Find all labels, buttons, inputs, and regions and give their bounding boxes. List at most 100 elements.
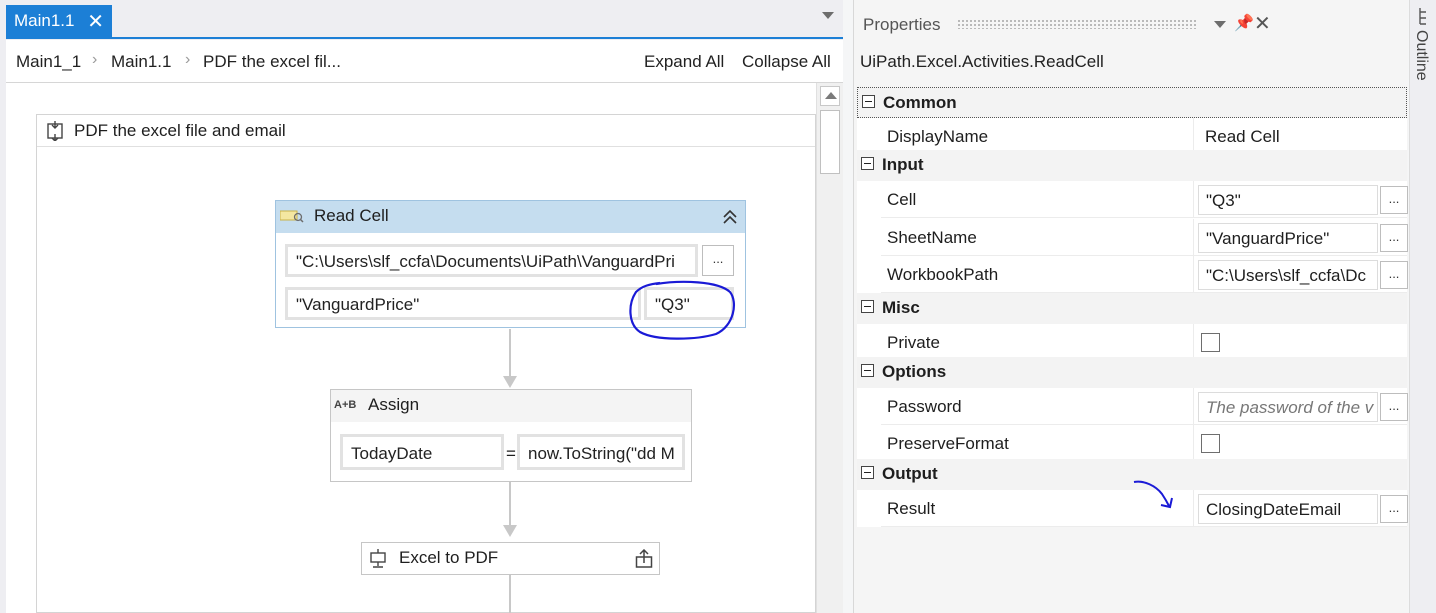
password-value-field[interactable]: The password of the v	[1198, 392, 1378, 422]
category-common[interactable]: Common	[857, 87, 1407, 118]
outline-side-tab[interactable]: Outline	[1409, 0, 1436, 613]
excel-to-pdf-title: Excel to PDF	[399, 548, 499, 567]
password-browse-button[interactable]: ...	[1380, 393, 1408, 421]
collapse-toggle-icon[interactable]	[862, 95, 875, 108]
workflow-designer: Main1.1 ✕ Main1_1 › Main1.1 › PDF the ex…	[0, 0, 843, 613]
property-row-workbookpath[interactable]: WorkbookPath "C:\Users\slf_ccfa\Dc ...	[881, 256, 1408, 293]
result-value-field[interactable]: ClosingDateEmail	[1198, 494, 1378, 524]
tab-main1-1[interactable]: Main1.1 ✕	[6, 5, 112, 38]
workbook-path-field[interactable]: "C:\Users\slf_ccfa\Documents\UiPath\Vang…	[285, 244, 698, 277]
tab-list-dropdown-icon[interactable]	[822, 12, 834, 19]
sequence-header[interactable]: PDF the excel file and email	[37, 115, 815, 147]
collapse-toggle-icon[interactable]	[861, 157, 874, 170]
column-divider	[1193, 425, 1194, 461]
panel-drag-handle[interactable]	[957, 19, 1197, 29]
collapse-toggle-icon[interactable]	[861, 364, 874, 377]
sheetname-browse-button[interactable]: ...	[1380, 224, 1408, 252]
activity-type-label: UiPath.Excel.Activities.ReadCell	[860, 52, 1104, 71]
column-divider	[1193, 388, 1194, 424]
preserveformat-checkbox[interactable]	[1201, 434, 1220, 453]
chevron-right-icon: ›	[185, 51, 191, 68]
annotation-circle	[629, 280, 735, 340]
property-name: PreserveFormat	[887, 434, 1009, 453]
workbook-path-browse-button[interactable]: ...	[702, 245, 734, 276]
arrow-down-icon	[503, 525, 517, 537]
workbookpath-browse-button[interactable]: ...	[1380, 261, 1408, 289]
excel-to-pdf-activity[interactable]: Excel to PDF	[361, 542, 660, 575]
column-divider	[1193, 181, 1194, 217]
collapse-toggle-icon[interactable]	[861, 466, 874, 479]
property-name: Result	[887, 499, 936, 518]
scrollbar-thumb[interactable]	[820, 110, 840, 174]
breadcrumb: Main1_1 › Main1.1 › PDF the excel fil...…	[6, 40, 843, 83]
column-divider	[1193, 324, 1194, 360]
collapse-toggle-icon[interactable]	[861, 300, 874, 313]
annotation-arrow	[1133, 480, 1173, 509]
arrow-down-icon	[503, 376, 517, 388]
property-grid: Common DisplayName Read Cell Input Cell …	[857, 87, 1408, 527]
excel-to-pdf-icon	[370, 549, 386, 568]
pin-icon[interactable]: 📌	[1234, 13, 1254, 33]
column-divider	[1193, 118, 1194, 154]
outline-icon	[1419, 8, 1426, 25]
breadcrumb-item-pdf-the-excel[interactable]: PDF the excel fil...	[203, 52, 341, 72]
sheet-name-field[interactable]: "VanguardPrice"	[285, 287, 641, 320]
property-name: Password	[887, 397, 962, 416]
property-name: SheetName	[887, 228, 977, 247]
assign-value-field[interactable]: now.ToString("dd M	[517, 434, 685, 470]
sequence-title: PDF the excel file and email	[74, 121, 286, 140]
collapse-chevron-up-icon[interactable]	[722, 209, 738, 225]
assign-activity[interactable]: A+B Assign TodayDate = now.ToString("dd …	[330, 389, 692, 482]
displayname-value[interactable]: Read Cell	[1198, 122, 1378, 152]
properties-panel: Properties 📌 ✕ UiPath.Excel.Activities.R…	[853, 0, 1408, 613]
read-cell-header[interactable]: Read Cell	[276, 201, 745, 233]
tab-underline	[6, 37, 843, 39]
property-row-cell[interactable]: Cell "Q3" ...	[881, 181, 1408, 218]
assign-to-field[interactable]: TodayDate	[340, 434, 504, 470]
category-label: Common	[883, 93, 957, 112]
category-label: Output	[882, 464, 938, 483]
column-divider	[1193, 490, 1194, 526]
property-name: WorkbookPath	[887, 265, 999, 284]
assign-header[interactable]: A+B Assign	[331, 390, 691, 422]
property-row-private[interactable]: Private	[881, 324, 1407, 361]
property-name: Private	[887, 333, 940, 352]
document-tab-strip	[0, 0, 843, 40]
expand-all-button[interactable]: Expand All	[644, 52, 724, 72]
category-misc[interactable]: Misc	[857, 293, 1407, 324]
flow-connector	[509, 482, 511, 526]
outline-tab-label: Outline	[1413, 30, 1430, 81]
property-name: Cell	[887, 190, 917, 209]
property-row-sheetname[interactable]: SheetName "VanguardPrice" ...	[881, 219, 1408, 256]
category-input[interactable]: Input	[857, 150, 1407, 181]
open-workflow-icon[interactable]	[635, 549, 653, 569]
excel-read-icon	[280, 210, 304, 223]
category-label: Misc	[882, 298, 920, 317]
private-checkbox[interactable]	[1201, 333, 1220, 352]
category-label: Input	[882, 155, 924, 174]
vertical-scrollbar[interactable]	[816, 83, 843, 613]
assign-icon: A+B	[334, 399, 357, 411]
chevron-down-icon[interactable]	[1214, 21, 1226, 28]
property-row-password[interactable]: Password The password of the v ...	[881, 388, 1408, 425]
collapse-all-button[interactable]: Collapse All	[742, 52, 831, 72]
read-cell-title: Read Cell	[314, 206, 389, 225]
tab-label: Main1.1	[14, 11, 75, 30]
scroll-up-icon[interactable]	[820, 86, 840, 106]
close-icon[interactable]: ✕	[87, 9, 104, 34]
workbookpath-value-field[interactable]: "C:\Users\slf_ccfa\Dc	[1198, 260, 1378, 290]
category-options[interactable]: Options	[857, 357, 1407, 388]
property-row-preserveformat[interactable]: PreserveFormat	[881, 425, 1407, 462]
flow-connector	[509, 329, 511, 377]
breadcrumb-item-main1.1[interactable]: Main1.1	[111, 52, 171, 72]
sheetname-value-field[interactable]: "VanguardPrice"	[1198, 223, 1378, 253]
column-divider	[1193, 256, 1194, 292]
close-icon[interactable]: ✕	[1254, 11, 1271, 36]
cell-browse-button[interactable]: ...	[1380, 186, 1408, 214]
result-browse-button[interactable]: ...	[1380, 495, 1408, 523]
assign-title: Assign	[368, 395, 420, 414]
breadcrumb-item-main1-1[interactable]: Main1_1	[16, 52, 81, 72]
cell-value-field[interactable]: "Q3"	[1198, 185, 1378, 215]
chevron-right-icon: ›	[92, 51, 98, 68]
sequence-activity[interactable]: PDF the excel file and email	[36, 114, 816, 613]
